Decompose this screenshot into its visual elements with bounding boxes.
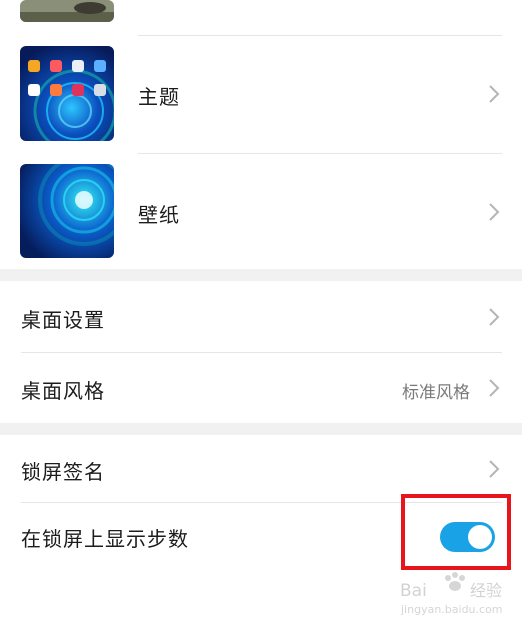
wallpaper-preview-thumbnail [20,164,114,258]
wallpaper-label: 壁纸 [138,203,180,227]
chevron-right-icon [489,308,500,326]
show-steps-label: 在锁屏上显示步数 [21,527,189,551]
desktop-settings-label: 桌面设置 [21,308,105,332]
chevron-right-icon [489,85,500,103]
annotation-highlight-box [401,494,511,570]
svg-text:经验: 经验 [470,581,502,600]
lockscreen-signature-label: 锁屏签名 [21,460,105,484]
theme-preview-thumbnail [20,46,114,141]
lockscreen-signature-row[interactable]: 锁屏签名 [0,435,522,502]
wallpaper-row[interactable]: 壁纸 [0,154,522,269]
svg-text:jingyan.baidu.com: jingyan.baidu.com [400,603,503,616]
desktop-style-label: 桌面风格 [21,379,105,403]
chevron-right-icon [489,203,500,221]
desktop-settings-row[interactable]: 桌面设置 [0,281,522,352]
theme-row[interactable]: 主题 [0,36,522,153]
chevron-right-icon [489,379,500,397]
desktop-style-value: 标准风格 [402,383,470,403]
section-gap [0,423,522,435]
svg-text:Bai: Bai [400,581,427,601]
section-gap [0,269,522,281]
chevron-right-icon [489,460,500,478]
watermark-logo: Bai 经验 jingyan.baidu.com [400,572,503,616]
theme-label: 主题 [138,85,180,109]
previous-item-thumbnail [20,0,114,22]
desktop-style-row[interactable]: 桌面风格 标准风格 [0,353,522,423]
